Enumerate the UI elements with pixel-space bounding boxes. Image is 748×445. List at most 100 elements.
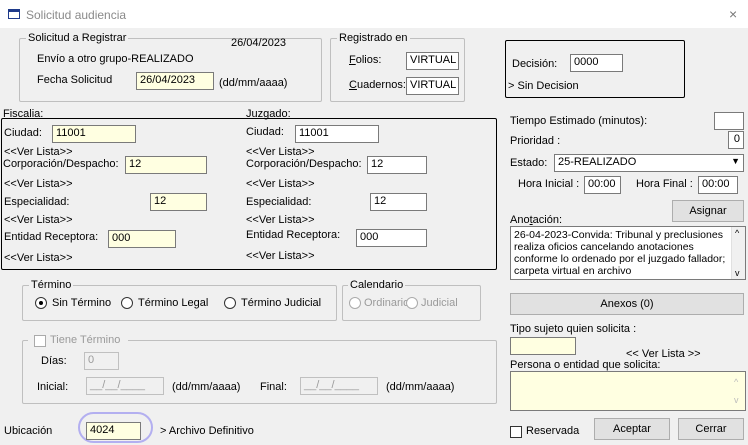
persona-scrollbar[interactable]: ^ v <box>731 372 745 410</box>
scroll-down-icon[interactable]: v <box>735 267 740 279</box>
termino-judicial-label[interactable]: Término Judicial <box>241 297 321 309</box>
persona-label: Persona o entidad que solicita: <box>510 359 661 371</box>
decision-label: Decisión: <box>512 58 558 70</box>
termino-judicial-radio[interactable] <box>224 297 236 309</box>
folios-label: Folios: <box>349 54 382 66</box>
anotacion-label-a: Ano <box>510 214 530 226</box>
judicial-radio[interactable] <box>406 297 418 309</box>
tiempo-estimado-label: Tiempo Estimado (minutos): <box>510 115 648 127</box>
juzgado-ciudad-input[interactable]: 11001 <box>295 125 379 143</box>
dias-input[interactable]: 0 <box>84 352 119 370</box>
hora-inicial-label: Hora Inicial : <box>518 178 580 190</box>
decision-text: > Sin Decision <box>508 80 579 92</box>
final-label: Final: <box>260 381 287 393</box>
final-date-input[interactable]: __/__/____ <box>300 377 378 395</box>
prioridad-input[interactable]: 0 <box>728 131 744 149</box>
hora-inicial-input[interactable]: 00:00 <box>584 176 621 194</box>
solicitud-date: 26/04/2023 <box>231 37 287 49</box>
final-hint: (dd/mm/aaaa) <box>386 381 455 393</box>
juzgado-ciudad-label: Ciudad: <box>246 126 284 138</box>
asignar-button[interactable]: Asignar <box>672 200 744 222</box>
ubicacion-label: Ubicación <box>4 425 53 437</box>
termino-legal-label[interactable]: Término Legal <box>138 297 208 309</box>
inicial-hint: (dd/mm/aaaa) <box>172 381 241 393</box>
juzgado-entidad-input[interactable]: 000 <box>356 229 427 247</box>
cerrar-button[interactable]: Cerrar <box>678 418 744 440</box>
close-icon[interactable]: × <box>729 6 737 22</box>
hora-final-input[interactable]: 00:00 <box>698 176 738 194</box>
juzgado-esp-label: Especialidad: <box>246 196 312 208</box>
fiscalia-corp-ver-lista[interactable]: <<Ver Lista>> <box>4 178 73 190</box>
ubicacion-input[interactable]: 4024 <box>86 422 141 440</box>
estado-select-value: 25-REALIZADO <box>558 156 637 168</box>
judicial-label[interactable]: Judicial <box>421 297 458 309</box>
estado-label: Estado: <box>510 157 548 169</box>
fiscalia-corp-label: Corporación/Despacho: <box>3 158 119 170</box>
dias-label: Días: <box>41 355 67 367</box>
window-app-icon <box>8 9 20 19</box>
inicial-date-input[interactable]: __/__/____ <box>86 377 164 395</box>
termino-legend: Término <box>29 279 74 291</box>
fiscalia-entidad-label: Entidad Receptora: <box>4 231 99 243</box>
ordinario-label[interactable]: Ordinario <box>364 297 409 309</box>
termino-legal-radio[interactable] <box>121 297 133 309</box>
juzgado-ciudad-ver-lista[interactable]: <<Ver Lista>> <box>246 146 315 158</box>
inicial-label: Inicial: <box>37 381 69 393</box>
tiene-termino-checkbox[interactable] <box>34 335 46 347</box>
calendario-legend: Calendario <box>348 279 406 291</box>
fecha-solicitud-label: Fecha Solicitud <box>37 74 113 86</box>
tiene-termino-label[interactable]: Tiene Término <box>50 334 120 346</box>
sin-termino-radio[interactable] <box>35 297 47 309</box>
cuadernos-label-text: uadernos: <box>356 79 406 91</box>
juzgado-corp-label: Corporación/Despacho: <box>246 158 362 170</box>
folios-label-text: olios: <box>355 54 382 66</box>
reservada-label[interactable]: Reservada <box>526 425 579 437</box>
tipo-sujeto-label: Tipo sujeto quien solicita : <box>510 323 637 335</box>
fiscalia-entidad-input[interactable]: 000 <box>108 230 176 248</box>
solicitud-legend: Solicitud a Registrar <box>26 32 129 44</box>
juzgado-entidad-label: Entidad Receptora: <box>246 229 341 241</box>
hora-final-label: Hora Final : <box>636 178 693 190</box>
anotacion-scrollbar[interactable]: ^ v <box>731 227 745 279</box>
envio-status-text: Envío a otro grupo-REALIZADO <box>37 53 194 65</box>
fiscalia-ciudad-label: Ciudad: <box>4 127 42 139</box>
aceptar-button[interactable]: Aceptar <box>594 418 670 440</box>
fecha-solicitud-hint: (dd/mm/aaaa) <box>219 77 288 89</box>
cuadernos-input[interactable]: VIRTUAL <box>406 77 459 95</box>
title-bar: Solicitud audiencia × <box>0 0 748 28</box>
fiscalia-ciudad-input[interactable]: 11001 <box>52 125 136 143</box>
window-title: Solicitud audiencia <box>26 8 127 22</box>
fiscalia-esp-ver-lista[interactable]: <<Ver Lista>> <box>4 214 73 226</box>
decision-input[interactable]: 0000 <box>570 54 623 72</box>
fiscalia-corp-input[interactable]: 12 <box>125 156 207 174</box>
juzgado-entidad-ver-lista[interactable]: <<Ver Lista>> <box>246 250 315 262</box>
juzgado-esp-input[interactable]: 12 <box>370 193 427 211</box>
fecha-solicitud-input[interactable]: 26/04/2023 <box>136 72 214 90</box>
registrado-legend: Registrado en <box>337 32 410 44</box>
cuadernos-label: Cuadernos: <box>349 79 406 91</box>
fiscalia-entidad-ver-lista[interactable]: <<Ver Lista>> <box>4 252 73 264</box>
estado-select[interactable]: 25-REALIZADO ▼ <box>554 154 744 172</box>
juzgado-corp-input[interactable]: 12 <box>367 156 427 174</box>
juzgado-esp-ver-lista[interactable]: <<Ver Lista>> <box>246 214 315 226</box>
anotacion-label-rest: ación: <box>532 214 562 226</box>
scroll-down-icon[interactable]: v <box>734 394 739 406</box>
tipo-sujeto-input[interactable] <box>510 337 576 355</box>
anotacion-text: 26-04-2023-Convida: Tribunal y preclusio… <box>514 229 726 277</box>
folios-input[interactable]: VIRTUAL <box>406 52 459 70</box>
persona-textarea[interactable]: ^ v <box>510 371 746 411</box>
fiscalia-ciudad-ver-lista[interactable]: <<Ver Lista>> <box>4 146 73 158</box>
juzgado-corp-ver-lista[interactable]: <<Ver Lista>> <box>246 178 315 190</box>
scroll-up-icon[interactable]: ^ <box>735 227 739 239</box>
prioridad-label: Prioridad : <box>510 135 561 147</box>
chevron-down-icon[interactable]: ▼ <box>731 156 740 166</box>
reservada-checkbox[interactable] <box>510 426 522 438</box>
anexos-button[interactable]: Anexos (0) <box>510 293 744 315</box>
anotacion-textarea[interactable]: 26-04-2023-Convida: Tribunal y preclusio… <box>510 226 746 280</box>
ordinario-radio[interactable] <box>349 297 361 309</box>
scroll-up-icon[interactable]: ^ <box>734 376 738 388</box>
fiscalia-esp-input[interactable]: 12 <box>150 193 207 211</box>
fiscalia-esp-label: Especialidad: <box>4 196 70 208</box>
sin-termino-label[interactable]: Sin Término <box>52 297 111 309</box>
tiempo-estimado-input[interactable] <box>714 112 744 130</box>
